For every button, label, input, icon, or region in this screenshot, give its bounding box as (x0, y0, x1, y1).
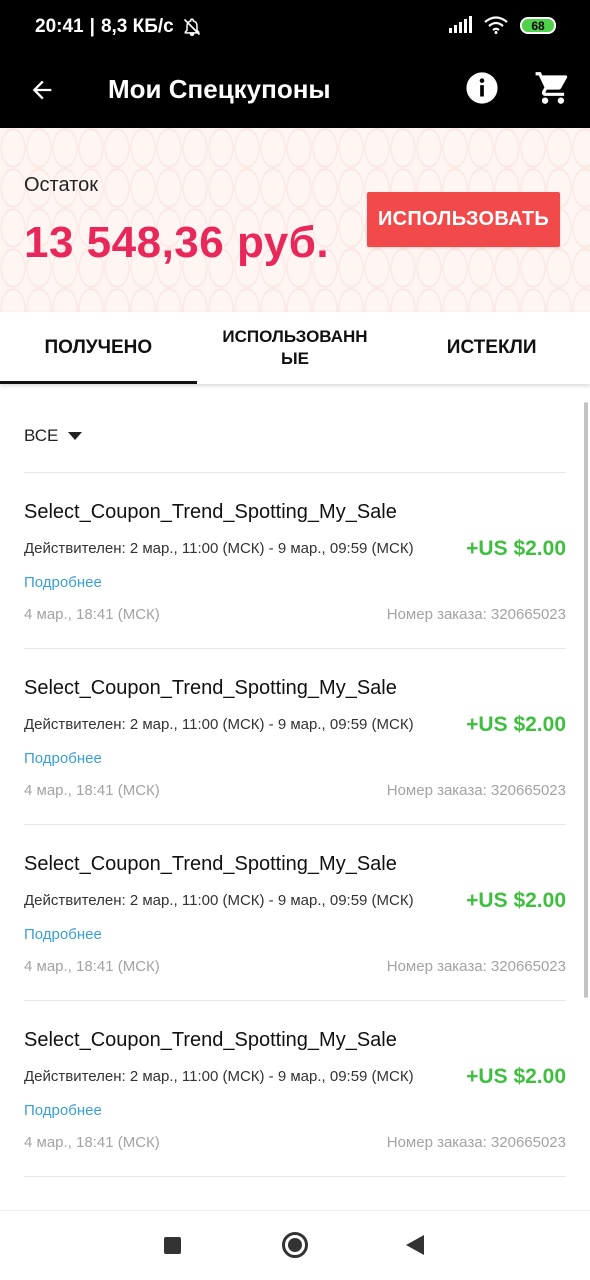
coupon-name: Select_Coupon_Trend_Spotting_My_Sale (24, 501, 397, 523)
coupon-date: 4 мар., 18:41 (МСК) (24, 958, 160, 975)
coupon-name: Select_Coupon_Trend_Spotting_My_Sale (24, 677, 397, 699)
caret-down-icon (68, 432, 83, 440)
bell-off-icon (183, 18, 200, 37)
details-link[interactable]: Подробнее (24, 750, 102, 767)
signal-icon (449, 16, 472, 33)
coupon-validity: Действителен: 2 мар., 11:00 (МСК) - 9 ма… (24, 540, 414, 557)
coupon-amount: +US $2.00 (466, 889, 566, 912)
square-icon[interactable] (164, 1237, 181, 1254)
details-link[interactable]: Подробнее (24, 926, 102, 943)
circle-icon[interactable] (282, 1232, 308, 1258)
triangle-back-icon[interactable] (406, 1235, 424, 1255)
list-item: Select_Coupon_Trend_Spotting_My_Sale Дей… (24, 1001, 566, 1177)
coupon-date: 4 мар., 18:41 (МСК) (24, 1134, 160, 1151)
status-speed: 8,3 КБ/с (100, 16, 174, 37)
scrollbar[interactable] (584, 402, 588, 998)
order-number: Номер заказа: 320665023 (386, 606, 566, 623)
filter-label: ВСЕ (24, 426, 59, 445)
arrow-left-icon (32, 80, 52, 100)
coupon-validity: Действителен: 2 мар., 11:00 (МСК) - 9 ма… (24, 716, 414, 733)
coupon-amount: +US $2.00 (466, 713, 566, 736)
details-link[interactable]: Подробнее (24, 1102, 102, 1119)
order-number: Номер заказа: 320665023 (386, 1134, 566, 1151)
page-title: Мои Спецкупоны (108, 74, 331, 104)
details-link[interactable]: Подробнее (24, 574, 102, 591)
coupon-name: Select_Coupon_Trend_Spotting_My_Sale (24, 1029, 397, 1051)
status-left: 20:41 | 8,3 КБ/с (35, 16, 202, 38)
battery-icon: 68 (520, 16, 556, 34)
balance-label: Остаток (24, 174, 98, 196)
app-bar: Мои Спецкупоны (0, 56, 590, 128)
order-number: Номер заказа: 320665023 (386, 958, 566, 975)
order-number: Номер заказа: 320665023 (386, 782, 566, 799)
balance-amount: 13 548,36 руб. (24, 218, 330, 267)
list-item: Select_Coupon_Trend_Spotting_My_Sale Дей… (24, 649, 566, 825)
coupon-date: 4 мар., 18:41 (МСК) (24, 606, 160, 623)
filter-dropdown[interactable]: ВСЕ (24, 426, 83, 446)
status-right: 68 (449, 16, 556, 34)
coupon-validity: Действителен: 2 мар., 11:00 (МСК) - 9 ма… (24, 892, 414, 909)
tab-received[interactable]: ПОЛУЧЕНО (0, 312, 197, 384)
list-item: Select_Coupon_Trend_Spotting_My_Sale Дей… (24, 473, 566, 649)
tabs: ПОЛУЧЕНО ИСПОЛЬЗОВАННЫЕ ИСТЕКЛИ (0, 312, 590, 384)
coupon-validity: Действителен: 2 мар., 11:00 (МСК) - 9 ма… (24, 1068, 414, 1085)
status-bar: 20:41 | 8,3 КБ/с 68 (0, 0, 590, 56)
cart-icon[interactable] (534, 69, 572, 107)
wifi-icon (484, 16, 508, 34)
system-nav-bar (0, 1210, 590, 1280)
balance-card: Остаток 13 548,36 руб. ИСПОЛЬЗОВАТЬ (0, 128, 590, 312)
coupon-date: 4 мар., 18:41 (МСК) (24, 782, 160, 799)
status-time: 20:41 (35, 16, 84, 37)
tab-expired[interactable]: ИСТЕКЛИ (393, 312, 590, 384)
coupon-amount: +US $2.00 (466, 537, 566, 560)
info-icon[interactable] (465, 71, 499, 105)
status-separator: | (89, 16, 95, 37)
list-item: Select_Coupon_Trend_Spotting_My_Sale Дей… (24, 825, 566, 1001)
tab-used[interactable]: ИСПОЛЬЗОВАННЫЕ (197, 312, 394, 384)
coupon-name: Select_Coupon_Trend_Spotting_My_Sale (24, 853, 397, 875)
use-button[interactable]: ИСПОЛЬЗОВАТЬ (367, 192, 560, 247)
battery-level: 68 (531, 18, 545, 33)
back-button[interactable] (22, 70, 62, 110)
coupon-amount: +US $2.00 (466, 1065, 566, 1088)
